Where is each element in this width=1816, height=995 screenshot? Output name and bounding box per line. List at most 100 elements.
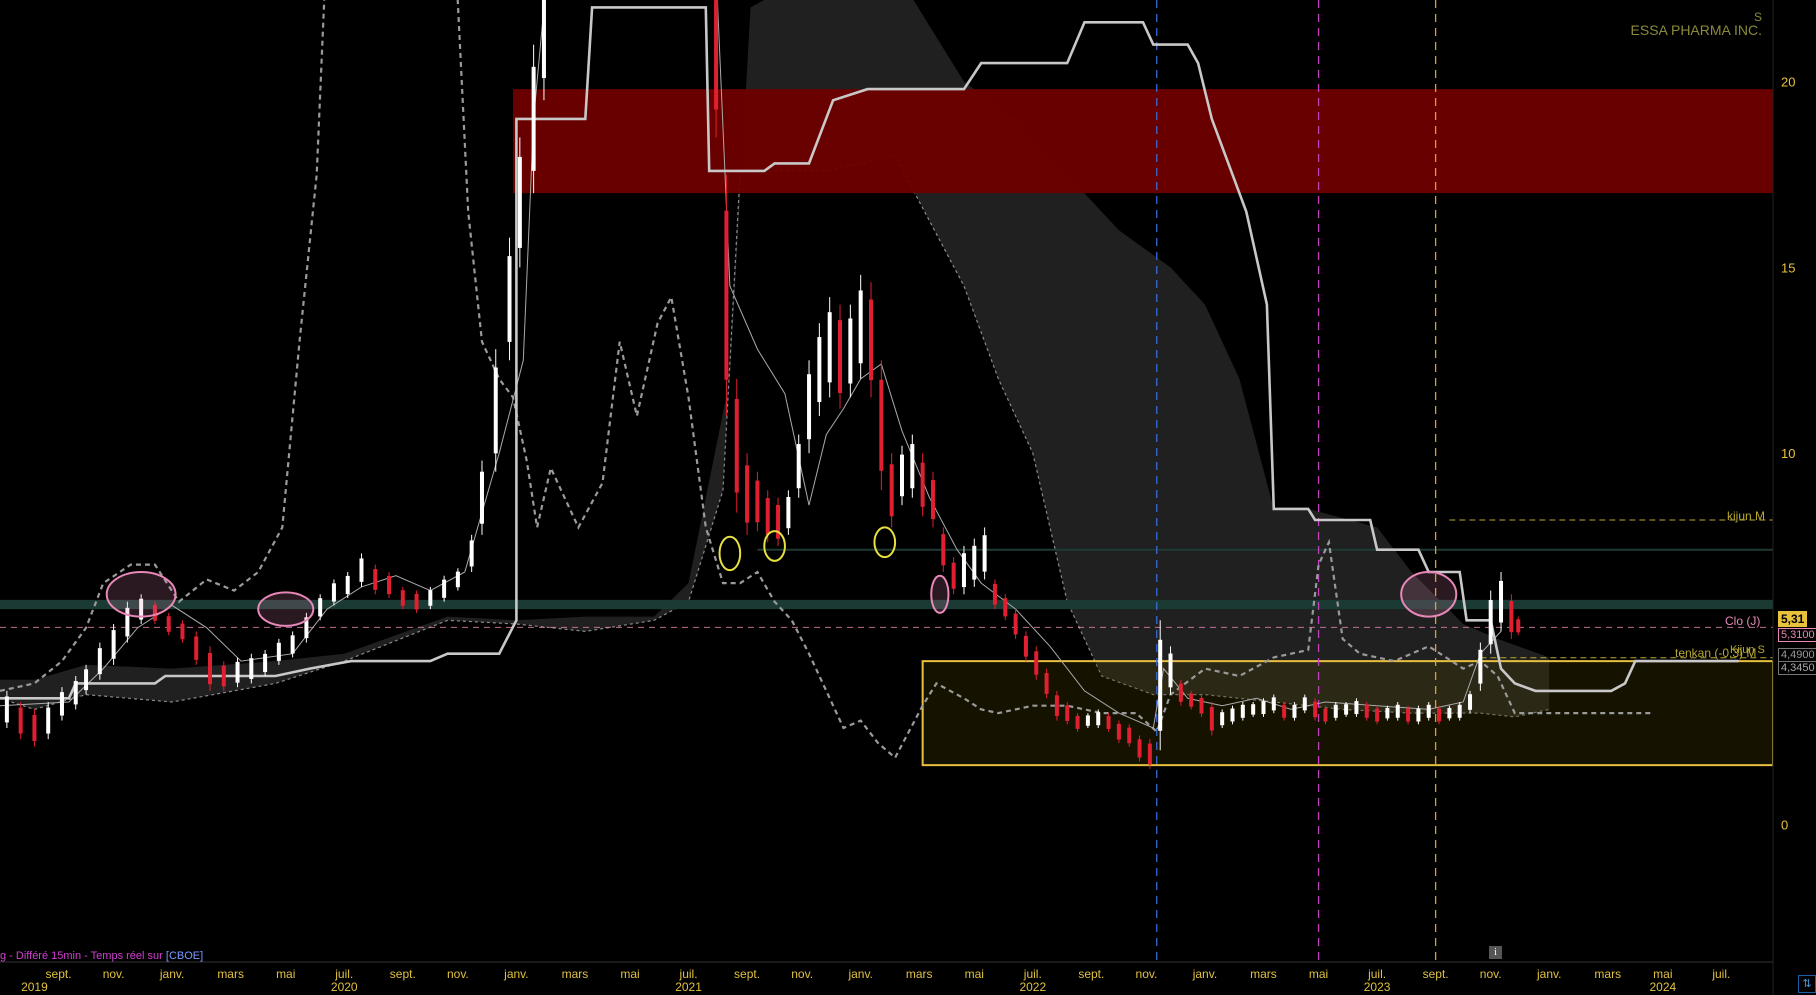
candle-body <box>263 653 268 673</box>
candle-body <box>1044 673 1049 694</box>
x-month-label: mai <box>965 967 984 981</box>
candle-body <box>1375 708 1380 722</box>
y-tick-label-0: 0 <box>1781 818 1788 833</box>
candle-body <box>889 464 894 517</box>
candle-body <box>1292 704 1297 718</box>
x-month-label: juil. <box>1711 967 1730 981</box>
candle-body <box>786 496 791 529</box>
highlight-circle-0 <box>105 571 177 618</box>
y-tick-label-10: 10 <box>1781 446 1795 461</box>
candle-body <box>1499 580 1504 623</box>
candle-body <box>1251 704 1256 715</box>
x-month-label: juil. <box>334 967 353 981</box>
x-month-label: nov. <box>791 967 813 981</box>
candle-body <box>276 642 281 661</box>
candle-body <box>221 665 226 687</box>
candle-body <box>442 579 447 598</box>
candle-body <box>1516 619 1521 633</box>
x-month-label: nov. <box>447 967 469 981</box>
x-month-label: janv. <box>847 967 872 981</box>
x-year-label-2020: 2020 <box>331 980 358 994</box>
candle-body <box>1096 712 1101 726</box>
candle-body <box>1385 707 1390 719</box>
candle-body <box>1003 598 1008 617</box>
x-month-label: sept. <box>1078 967 1104 981</box>
candle-body <box>1468 694 1473 710</box>
candle-body <box>531 66 536 171</box>
candle-body <box>1065 705 1070 721</box>
highlight-circle-4 <box>873 526 897 559</box>
candle-body <box>455 571 460 588</box>
candle-body <box>807 374 812 440</box>
candle-body <box>97 648 102 675</box>
candle-body <box>1147 743 1152 765</box>
candle-body <box>1313 701 1318 718</box>
feed-text: g - Différé 15min - Temps réel sur <box>0 950 166 962</box>
candle-body <box>1085 715 1090 726</box>
kijun-price-box: 4,3450 <box>1778 661 1816 675</box>
info-icon[interactable]: i <box>1489 946 1502 959</box>
candle-body <box>208 652 213 685</box>
x-month-label: juil. <box>1367 967 1386 981</box>
candle-body <box>111 630 116 659</box>
candle-body <box>1261 701 1266 715</box>
candle-body <box>1416 708 1421 722</box>
highlight-circle-1 <box>257 591 315 627</box>
candle-body <box>1354 701 1359 715</box>
candle-body <box>724 210 729 380</box>
x-month-label: juil. <box>1023 967 1042 981</box>
candle-body <box>1478 649 1483 684</box>
candle-body <box>249 658 254 679</box>
candle-body <box>982 535 987 572</box>
candle-body <box>1116 723 1121 740</box>
candle-body <box>1230 708 1235 722</box>
candle-body <box>84 669 89 691</box>
x-month-label: juil. <box>679 967 698 981</box>
candle-body <box>359 558 364 582</box>
candle-body <box>755 480 760 523</box>
candle-body <box>1488 600 1493 645</box>
chart-title: S ESSA PHARMA INC. <box>1630 10 1762 38</box>
candle-body <box>1013 613 1018 635</box>
candle-body <box>848 318 853 384</box>
company-name: ESSA PHARMA INC. <box>1630 22 1762 38</box>
candle-body <box>734 398 739 493</box>
kijun-m-label: kijun M <box>1727 509 1766 523</box>
candle-body <box>469 540 474 567</box>
x-year-label-2023: 2023 <box>1364 980 1391 994</box>
highlight-circle-6 <box>1400 571 1458 618</box>
candle-body <box>1075 715 1080 729</box>
candle-body <box>910 444 915 489</box>
candle-body <box>817 337 822 403</box>
candle-body <box>235 661 240 683</box>
candle-body <box>32 715 37 741</box>
x-month-label: nov. <box>1480 967 1502 981</box>
candle-body <box>1344 704 1349 715</box>
candle-body <box>1209 707 1214 731</box>
x-year-label-2024: 2024 <box>1649 980 1676 994</box>
candle-body <box>1034 651 1039 675</box>
candle-body <box>373 569 378 590</box>
candle-body <box>1447 707 1452 719</box>
candle-body <box>1127 727 1132 744</box>
symbol-letter: S <box>1753 10 1762 24</box>
candle-body <box>796 444 801 489</box>
scroll-corner-icon[interactable]: ⇅ <box>1798 975 1816 993</box>
candle-body <box>1178 683 1183 702</box>
candle-body <box>18 707 23 734</box>
candle-body <box>1220 712 1225 726</box>
candle-body <box>745 465 750 523</box>
candle-body <box>920 462 925 507</box>
candle-body <box>387 575 392 595</box>
candle-body <box>46 707 51 734</box>
x-month-label: janv. <box>503 967 528 981</box>
candle-body <box>1168 653 1173 688</box>
candle-body <box>827 312 832 383</box>
candle-body <box>1437 708 1442 722</box>
x-year-label-2021: 2021 <box>675 980 702 994</box>
x-month-label: mars <box>1594 967 1621 981</box>
x-month-label: mai <box>620 967 639 981</box>
candle-body <box>1158 639 1163 731</box>
ichimoku-chart[interactable]: 0 10 15 20 sept. nov. janv. mars mai juil. sept. no… <box>0 0 1816 995</box>
x-month-label: nov. <box>1136 967 1158 981</box>
